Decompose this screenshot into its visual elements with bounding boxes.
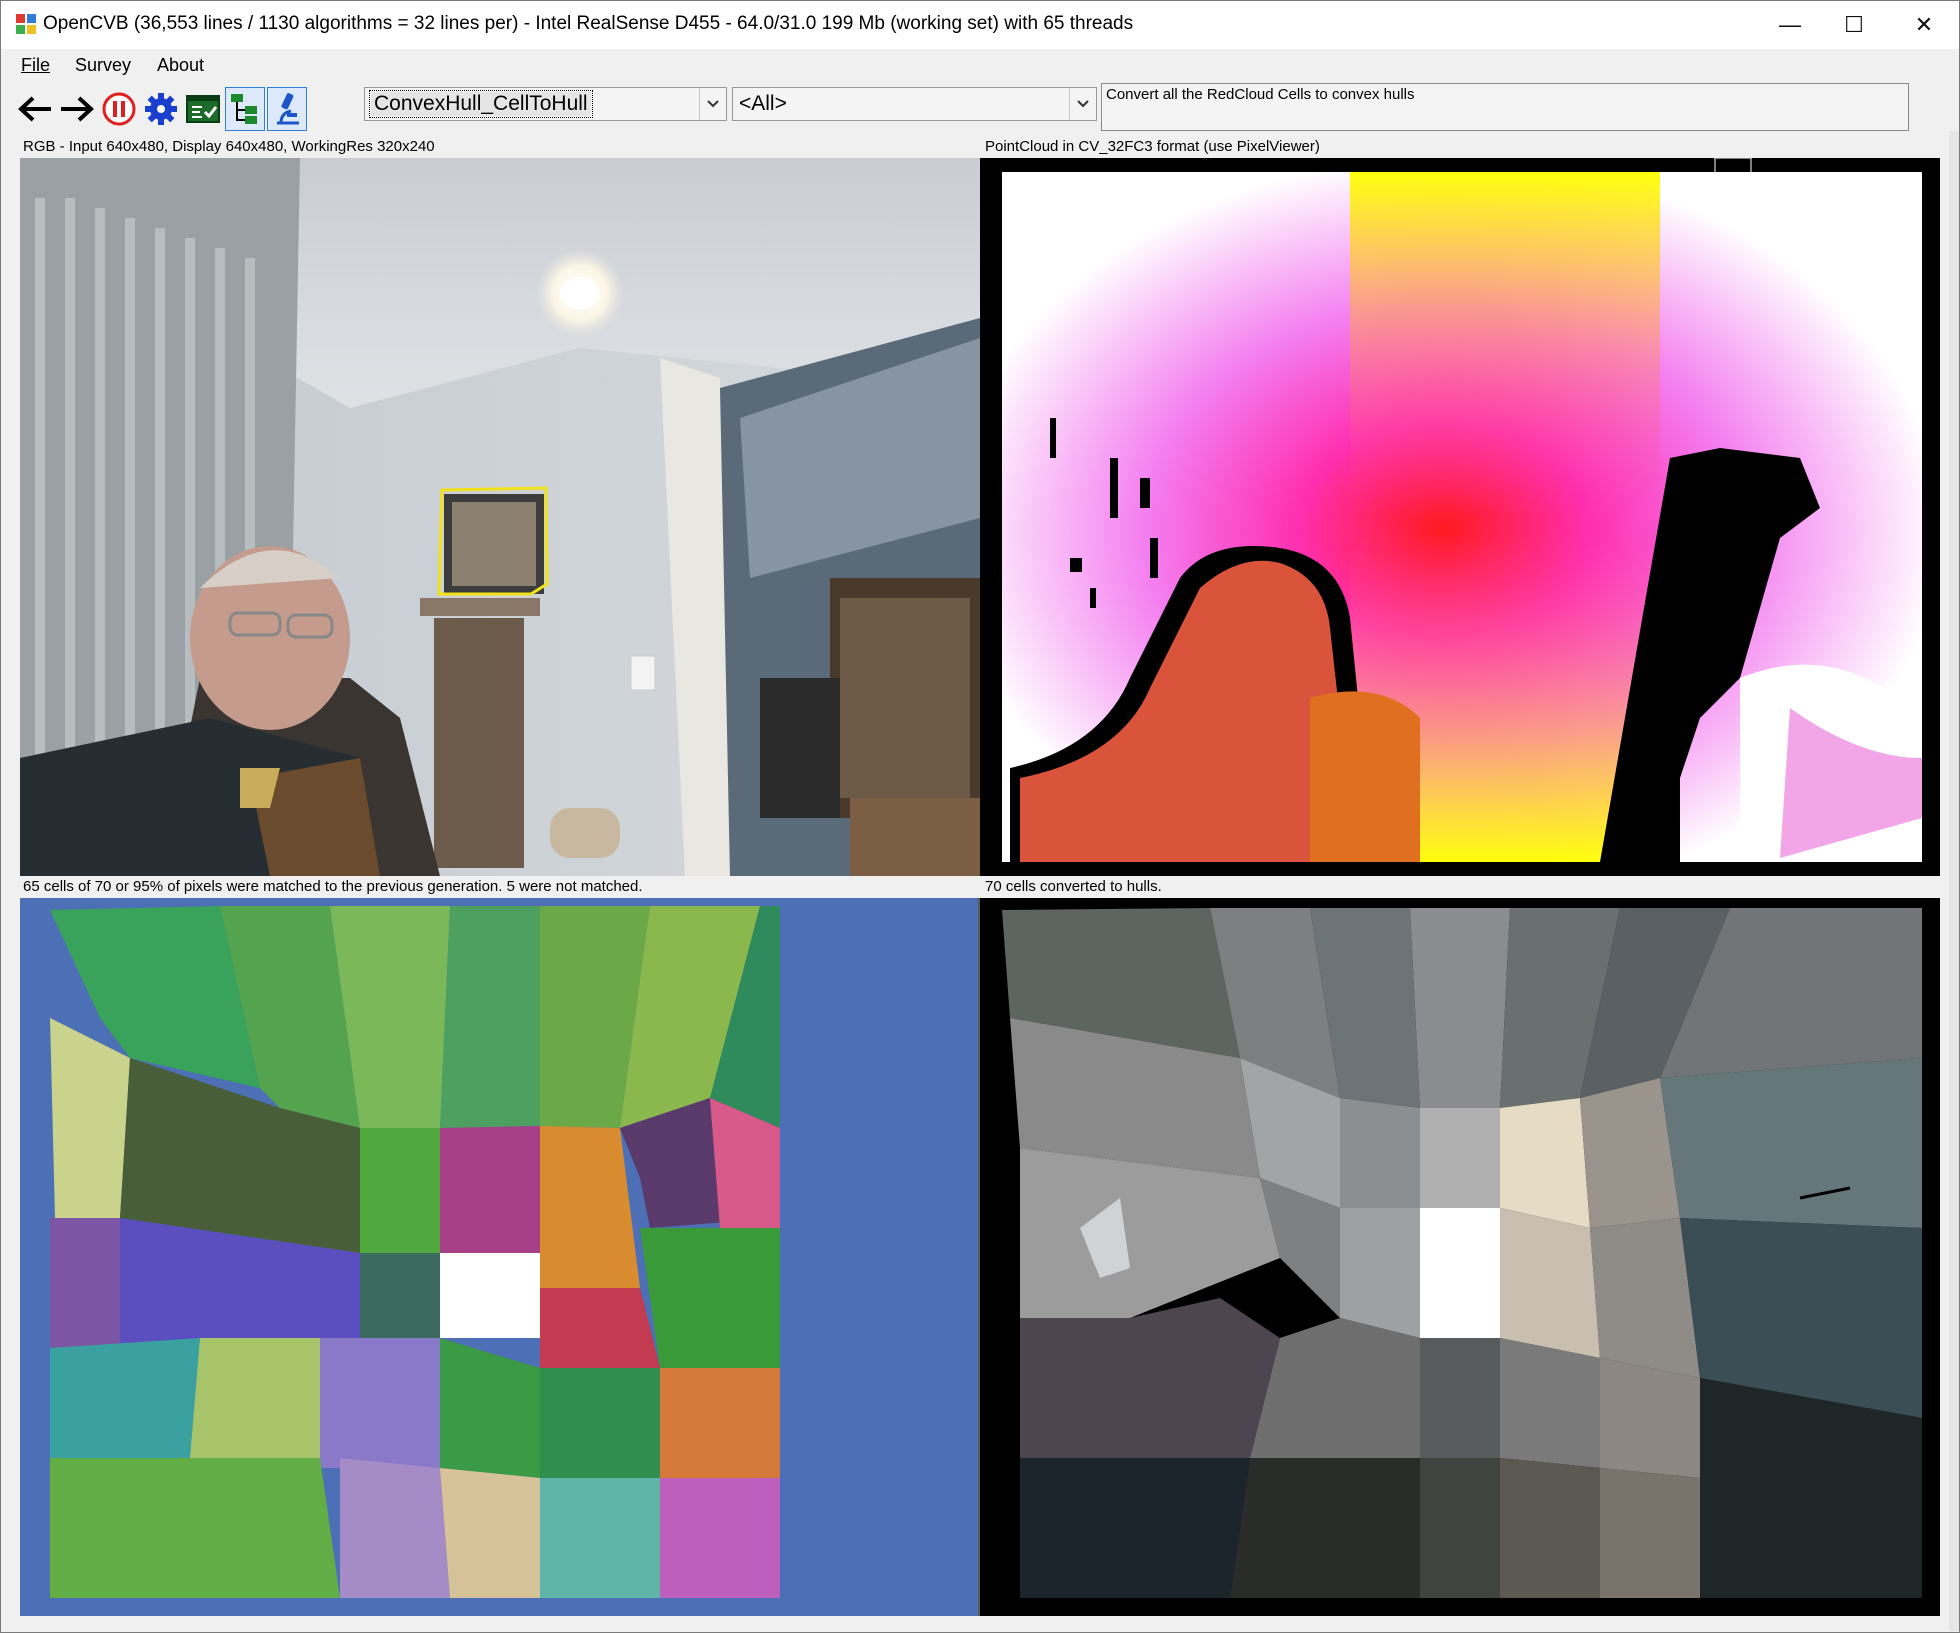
microscope-icon: [277, 93, 299, 125]
test-all-icon: [186, 95, 220, 123]
gear-icon: [145, 93, 177, 125]
maximize-icon: ☐: [1844, 12, 1864, 37]
menu-bar: File Survey About: [1, 49, 1959, 83]
app-window: OpenCVB (36,553 lines / 1130 algorithms …: [0, 0, 1960, 1633]
minimize-button[interactable]: —: [1755, 1, 1825, 49]
maximize-button[interactable]: ☐: [1819, 1, 1889, 49]
tree-view-button[interactable]: [225, 87, 265, 131]
convex-hulls-view[interactable]: [980, 898, 1940, 1616]
close-button[interactable]: ✕: [1889, 1, 1959, 49]
pause-icon: [102, 92, 136, 126]
menu-file[interactable]: File: [21, 55, 50, 76]
menu-survey[interactable]: Survey: [75, 55, 131, 76]
pointcloud-image: [980, 158, 1940, 876]
forward-arrow-icon: [61, 96, 94, 122]
menu-about[interactable]: About: [157, 55, 204, 76]
bottom-left-pane-label: 65 cells of 70 or 95% of pixels were mat…: [23, 878, 643, 895]
back-arrow-icon: [18, 96, 51, 122]
right-border: [1949, 131, 1959, 1631]
convex-hulls-image: [980, 898, 1940, 1616]
window-title: OpenCVB (36,553 lines / 1130 algorithms …: [43, 13, 1134, 34]
tree-view-icon: [231, 94, 257, 124]
top-left-pane-label: RGB - Input 640x480, Display 640x480, Wo…: [23, 138, 435, 155]
group-select[interactable]: <All>: [732, 87, 1097, 121]
pointcloud-view[interactable]: [980, 158, 1940, 876]
chevron-down-icon: [1069, 88, 1096, 120]
pixel-viewer-button[interactable]: [267, 87, 307, 131]
top-right-pane-label: PointCloud in CV_32FC3 format (use Pixel…: [985, 138, 1320, 155]
title-bar: OpenCVB (36,553 lines / 1130 algorithms …: [1, 1, 1959, 49]
bottom-right-pane-label: 70 cells converted to hulls.: [985, 878, 1162, 895]
minimize-icon: —: [1779, 12, 1801, 37]
algorithm-select-value: ConvexHull_CellToHull: [369, 90, 593, 118]
menu-file-label: File: [21, 55, 51, 75]
redcloud-cells-image: [20, 898, 980, 1616]
settings-button[interactable]: [141, 87, 181, 131]
test-all-button[interactable]: [183, 87, 223, 131]
algorithm-description: Convert all the RedCloud Cells to convex…: [1101, 83, 1909, 131]
chevron-down-icon: [699, 88, 726, 120]
app-icon: [16, 14, 36, 34]
algorithm-select[interactable]: ConvexHull_CellToHull: [364, 87, 727, 121]
group-select-value: <All>: [739, 92, 787, 115]
rgb-input-view[interactable]: [20, 158, 980, 876]
close-icon: ✕: [1914, 12, 1934, 37]
rgb-image: [20, 158, 980, 876]
redcloud-cells-view[interactable]: [20, 898, 980, 1616]
pause-button[interactable]: [99, 87, 139, 131]
back-button[interactable]: [15, 87, 55, 131]
forward-button[interactable]: [57, 87, 97, 131]
